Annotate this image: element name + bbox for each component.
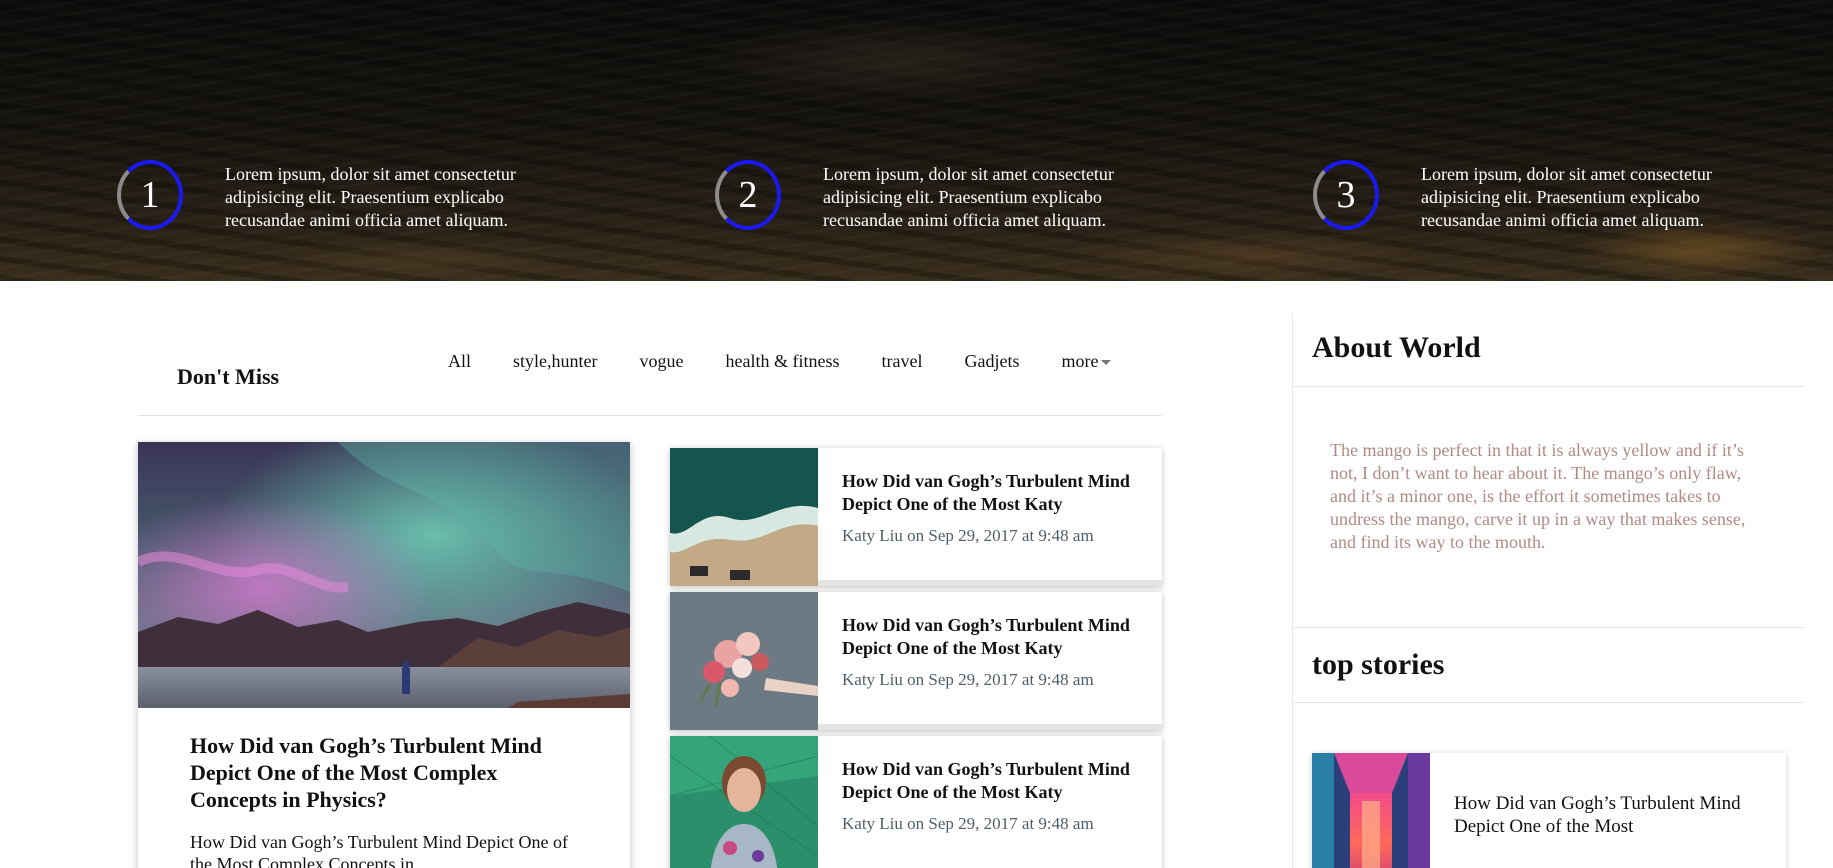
step-number-ring: 2 (715, 160, 781, 230)
tab-vogue[interactable]: vogue (640, 351, 684, 372)
section-title-dont-miss: Don't Miss (177, 364, 280, 389)
step-text: Lorem ipsum, dolor sit amet consectetur … (225, 164, 516, 230)
woman-portrait-icon[interactable] (670, 736, 818, 868)
sidebar-title-top-stories: top stories (1312, 648, 1445, 681)
tab-gadjets[interactable]: Gadjets (964, 351, 1019, 372)
hero-banner: 1 Lorem ipsum, dolor sit amet consectetu… (0, 0, 1833, 281)
list-item[interactable]: How Did van Gogh’s Turbulent Mind Depict… (670, 448, 1162, 586)
about-text: The mango is perfect in that it is alway… (1330, 440, 1746, 552)
top-story-title[interactable]: How Did van Gogh’s Turbulent Mind Depict… (1454, 792, 1774, 838)
section-divider (138, 415, 1162, 416)
step-number: 1 (140, 174, 160, 216)
aerial-beach-icon[interactable] (670, 448, 818, 586)
step-number: 3 (1336, 174, 1356, 216)
tab-more[interactable]: more (1061, 351, 1112, 372)
neon-corridor-icon[interactable] (1312, 753, 1430, 868)
tab-travel[interactable]: travel (881, 351, 922, 372)
step-text: Lorem ipsum, dolor sit amet consectetur … (1421, 164, 1712, 230)
post-meta: Katy Liu on Sep 29, 2017 at 9:48 am (842, 670, 1094, 689)
step-2: 2 Lorem ipsum, dolor sit amet consectetu… (715, 160, 1114, 230)
post-title[interactable]: How Did van Gogh’s Turbulent Mind Depict… (842, 470, 1152, 516)
list-item[interactable]: How Did van Gogh’s Turbulent Mind Depict… (670, 736, 1162, 868)
featured-article-excerpt: How Did van Gogh’s Turbulent Mind Depict… (190, 832, 568, 868)
featured-article-title[interactable]: How Did van Gogh’s Turbulent Mind Depict… (190, 732, 550, 813)
aurora-landscape-image[interactable] (138, 442, 630, 708)
sidebar-title-about: About World (1312, 331, 1481, 364)
step-number: 2 (738, 174, 758, 216)
step-1: 1 Lorem ipsum, dolor sit amet consectetu… (117, 160, 516, 230)
step-number-ring: 1 (117, 160, 183, 230)
top-story-card[interactable]: How Did van Gogh’s Turbulent Mind Depict… (1312, 753, 1786, 868)
sidebar-rule (1292, 386, 1804, 387)
caret-down-icon (1101, 360, 1112, 366)
tab-more-label: more (1061, 351, 1099, 371)
tab-all[interactable]: All (448, 351, 471, 372)
sidebar-rule (1292, 627, 1804, 628)
flower-bouquet-icon[interactable] (670, 592, 818, 730)
tab-health-fitness[interactable]: health & fitness (726, 351, 840, 372)
sidebar-rule (1292, 702, 1804, 703)
post-title[interactable]: How Did van Gogh’s Turbulent Mind Depict… (842, 758, 1152, 804)
step-3: 3 Lorem ipsum, dolor sit amet consectetu… (1313, 160, 1712, 230)
post-meta: Katy Liu on Sep 29, 2017 at 9:48 am (842, 526, 1094, 545)
sidebar-divider (1292, 313, 1293, 868)
step-number-ring: 3 (1313, 160, 1379, 230)
post-title[interactable]: How Did van Gogh’s Turbulent Mind Depict… (842, 614, 1152, 660)
step-text: Lorem ipsum, dolor sit amet consectetur … (823, 164, 1114, 230)
post-meta: Katy Liu on Sep 29, 2017 at 9:48 am (842, 814, 1094, 833)
featured-article-card[interactable]: How Did van Gogh’s Turbulent Mind Depict… (138, 442, 630, 868)
tab-style-hunter[interactable]: style,hunter (513, 351, 597, 372)
category-tabs: All style,hunter vogue health & fitness … (448, 351, 1112, 372)
list-item[interactable]: How Did van Gogh’s Turbulent Mind Depict… (670, 592, 1162, 730)
